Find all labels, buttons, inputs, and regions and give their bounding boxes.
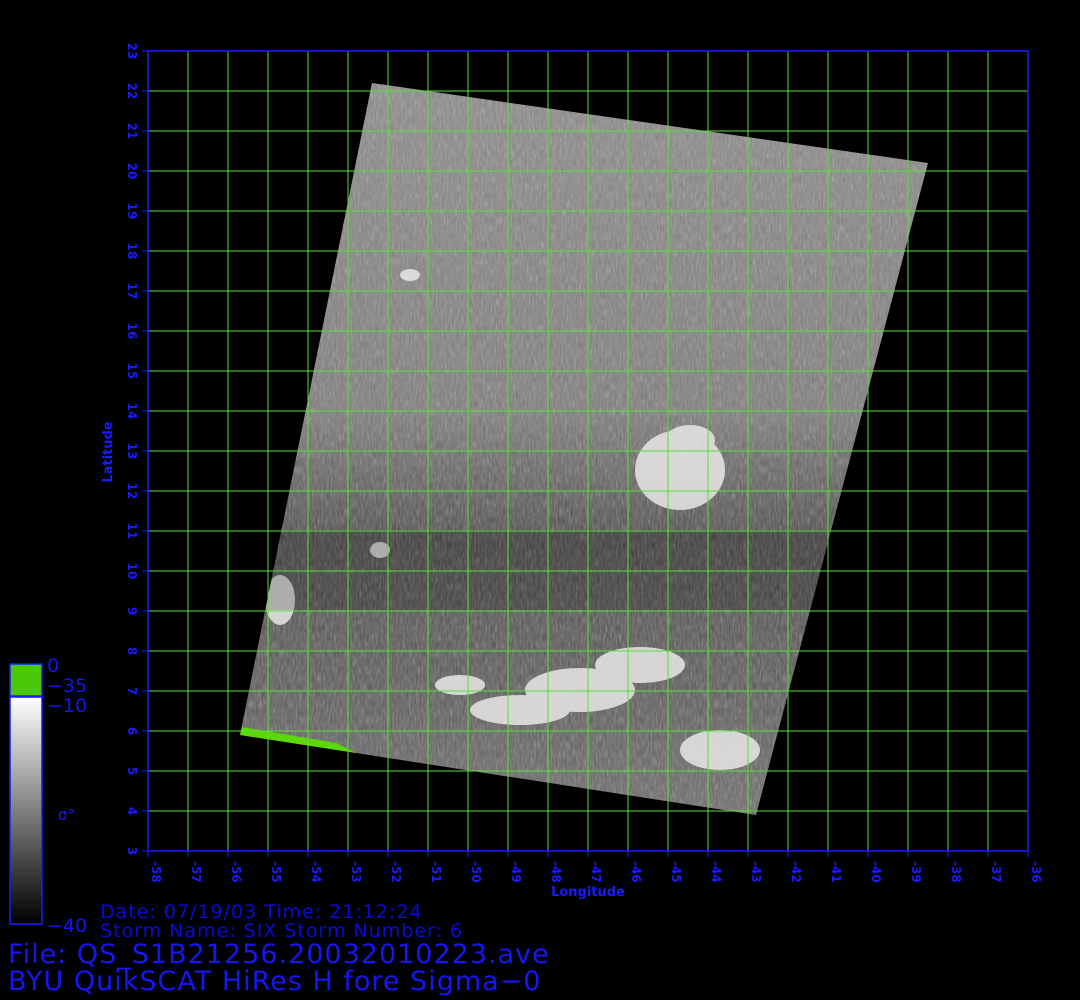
swath-image	[240, 83, 928, 815]
lat-tick-label: 16	[125, 323, 139, 340]
longitude-ticks: -58 -57 -56 -55 -54 -53 -52 -51 -50 -49 -48 -47 -46 -…	[147, 851, 1043, 883]
lon-tick-label: -37	[989, 861, 1003, 883]
colorbar-gradient	[9, 696, 43, 925]
lon-tick-label: -53	[349, 861, 363, 883]
lon-tick-label: -58	[149, 861, 163, 883]
lat-tick-label: 11	[125, 523, 139, 540]
lon-tick-label: -55	[269, 861, 283, 883]
colorbar-saturated-segment	[9, 663, 43, 697]
lat-tick-label: 17	[125, 283, 139, 300]
lat-tick-label: 18	[125, 243, 139, 260]
colorbar-label-top: 0	[47, 655, 60, 677]
lon-tick-label: -42	[789, 861, 803, 883]
lat-tick-label: 10	[125, 563, 139, 580]
lon-tick-label: -45	[669, 861, 683, 883]
lat-lon-grid	[147, 50, 1029, 852]
sigma0-map: -58 -57 -56 -55 -54 -53 -52 -51 -50 -49 -48 -47 -46 -…	[9, 43, 1043, 925]
latitude-ticks: 3 4 5 6 7 8 9 10 11 12 13 14 15 16 17 18 19 20 21 22 23	[125, 43, 148, 855]
lat-tick-label: 14	[125, 403, 139, 420]
lat-tick-label: 19	[125, 203, 139, 220]
lon-tick-label: -43	[749, 861, 763, 883]
lat-tick-label: 8	[125, 647, 139, 655]
y-axis-label: Latitude	[101, 421, 116, 483]
x-axis-label: Longitude	[551, 885, 625, 900]
lon-tick-label: -46	[629, 861, 643, 883]
lat-tick-label: 15	[125, 363, 139, 380]
colorbar-symbol: σ°	[58, 806, 75, 824]
lat-tick-label: 13	[125, 443, 139, 460]
lat-tick-label: 20	[125, 163, 139, 180]
lat-tick-label: 4	[125, 807, 139, 815]
lon-tick-label: -57	[189, 861, 203, 883]
colorbar-label-high: −10	[47, 695, 88, 717]
lon-tick-label: -50	[469, 861, 483, 883]
lat-tick-label: 23	[125, 43, 139, 60]
lat-tick-label: 3	[125, 847, 139, 855]
lon-tick-label: -36	[1029, 861, 1043, 883]
lon-tick-label: -52	[389, 861, 403, 883]
lon-tick-label: -49	[509, 861, 523, 883]
lat-tick-label: 6	[125, 727, 139, 735]
lat-tick-label: 7	[125, 687, 139, 695]
lon-tick-label: -40	[869, 861, 883, 883]
lat-tick-label: 21	[125, 123, 139, 140]
lon-tick-label: -48	[549, 861, 563, 883]
lat-tick-label: 12	[125, 483, 139, 500]
lon-tick-label: -39	[909, 861, 923, 883]
lon-tick-label: -44	[709, 861, 723, 883]
lon-tick-label: -56	[229, 861, 243, 883]
lon-tick-label: -41	[829, 861, 843, 883]
lon-tick-label: -54	[309, 861, 323, 883]
lat-tick-label: 22	[125, 83, 139, 100]
colorbar-label-saturation: −35	[47, 675, 88, 697]
lon-tick-label: -51	[429, 861, 443, 883]
colorbar-label-low: −40	[47, 915, 88, 937]
lon-tick-label: -38	[949, 861, 963, 883]
lon-tick-label: -47	[589, 861, 603, 883]
lat-tick-label: 5	[125, 767, 139, 775]
lat-tick-label: 9	[125, 607, 139, 615]
product-title-line: BYU QuikSCAT HiRes H fore Sigma−0	[8, 966, 542, 997]
